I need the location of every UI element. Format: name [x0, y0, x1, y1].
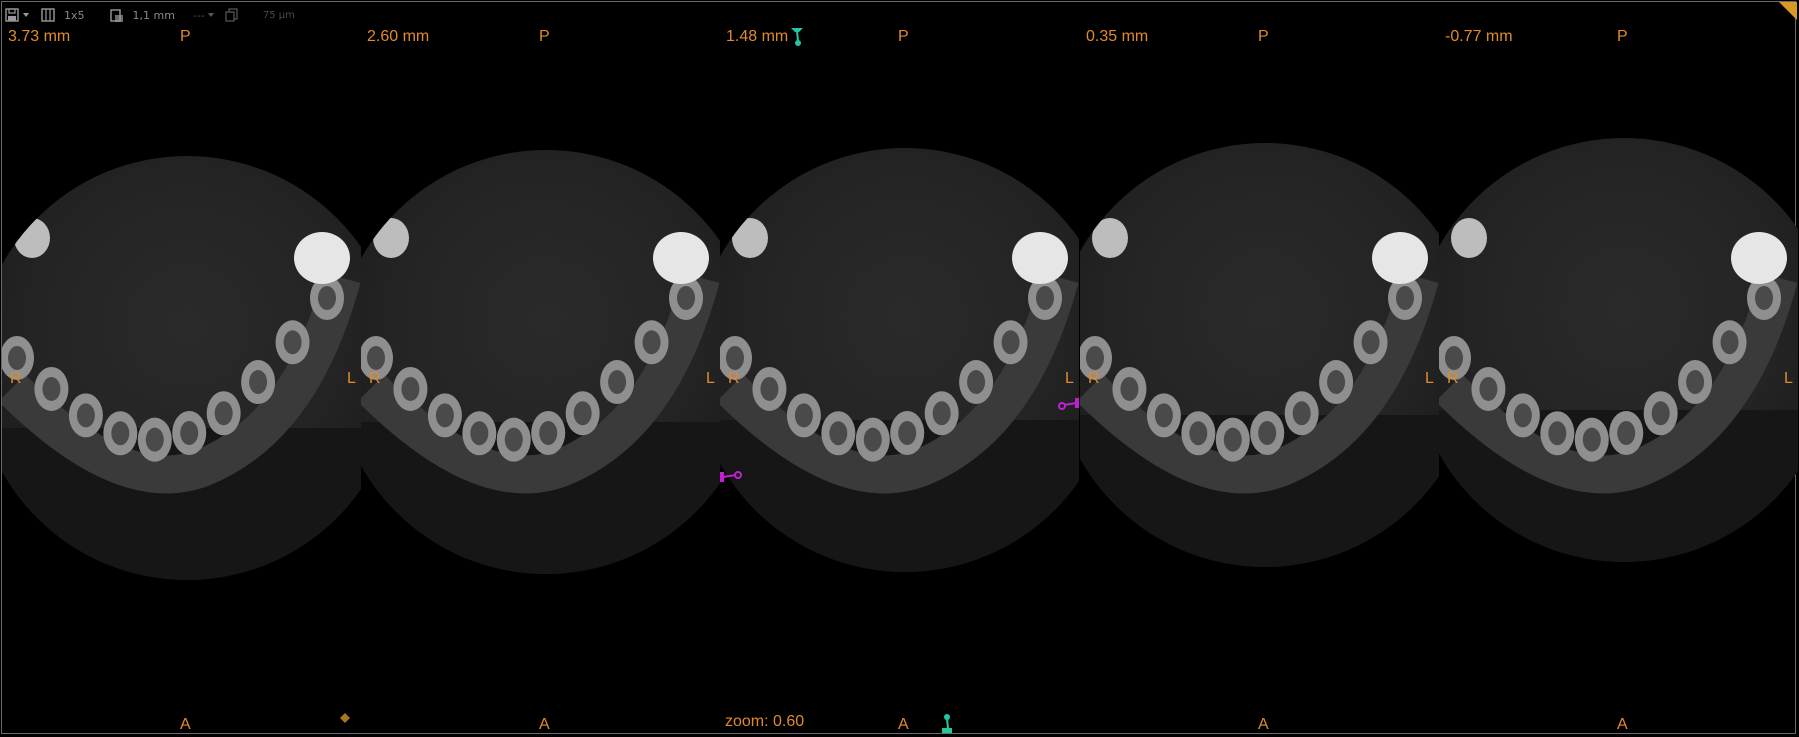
grid-layout-icon: [41, 8, 55, 22]
axial-slice-image: [720, 148, 1079, 572]
filter-value: ---: [192, 8, 205, 22]
slice-panel-4[interactable]: 0.35 mm P A R L: [1080, 28, 1439, 734]
slice-panel-5[interactable]: -0.77 mm P A R L: [1439, 28, 1798, 734]
slice-depth-label: -0.77 mm: [1445, 28, 1513, 45]
slab-thickness-icon: [109, 9, 123, 22]
left-side-label: L: [1784, 370, 1793, 387]
posterior-label: P: [1617, 28, 1628, 45]
slice-depth-label: 0.35 mm: [1086, 28, 1149, 45]
axial-slice-image: [1439, 138, 1798, 562]
slice-position-handle-top[interactable]: [790, 26, 804, 48]
zoom-level: zoom: 0.60: [725, 713, 805, 730]
slab-thickness-value: 1,1 mm: [132, 8, 175, 22]
copy-button[interactable]: [225, 8, 239, 22]
right-side-label: R: [369, 370, 381, 387]
slice-depth-label: 1.48 mm: [726, 28, 789, 45]
viewer-toolbar: 1x5 1,1 mm --- 75 µm: [4, 4, 295, 26]
layout-button[interactable]: 1x5: [40, 7, 85, 23]
filter-dropdown[interactable]: ---: [193, 9, 215, 22]
anterior-label: A: [539, 716, 550, 733]
rotation-handle-right[interactable]: [1058, 397, 1080, 411]
axial-slice-image: [361, 150, 720, 574]
save-button[interactable]: [4, 7, 30, 23]
anterior-label: A: [1258, 716, 1269, 733]
left-side-label: L: [347, 370, 356, 387]
active-corner-indicator: [1779, 2, 1797, 20]
left-side-label: L: [1425, 370, 1434, 387]
anterior-label: A: [898, 716, 909, 733]
posterior-label: P: [180, 28, 191, 45]
chevron-down-icon: [207, 13, 214, 17]
posterior-label: P: [539, 28, 550, 45]
slice-panel-3[interactable]: 1.48 mm P A R L: [720, 28, 1079, 734]
left-side-label: L: [1065, 370, 1074, 387]
slice-panel-2[interactable]: 2.60 mm P A R L: [361, 28, 720, 734]
anterior-label: A: [180, 716, 191, 733]
axial-slice-image: [2, 156, 361, 580]
save-icon: [5, 8, 19, 22]
right-side-label: R: [728, 370, 740, 387]
posterior-label: P: [898, 28, 909, 45]
copy-icon: [225, 8, 238, 22]
slab-thickness-button[interactable]: 1,1 mm: [109, 7, 175, 23]
voxel-size: 75 µm: [262, 9, 295, 21]
dropdown-icon: [23, 13, 29, 17]
crosshair-anchor-icon[interactable]: [340, 713, 350, 723]
posterior-label: P: [1258, 28, 1269, 45]
slice-position-handle-bottom[interactable]: [940, 712, 954, 734]
slice-panel-1[interactable]: 3.73 mm P A R L: [2, 28, 361, 734]
right-side-label: R: [1088, 370, 1100, 387]
right-side-label: R: [10, 370, 22, 387]
slice-depth-label: 3.73 mm: [8, 28, 71, 45]
rotation-handle-left[interactable]: [720, 470, 744, 484]
anterior-label: A: [1617, 716, 1628, 733]
axial-slice-image: [1080, 143, 1439, 567]
right-side-label: R: [1447, 370, 1459, 387]
layout-value: 1x5: [64, 8, 85, 22]
slice-depth-label: 2.60 mm: [367, 28, 430, 45]
left-side-label: L: [706, 370, 715, 387]
